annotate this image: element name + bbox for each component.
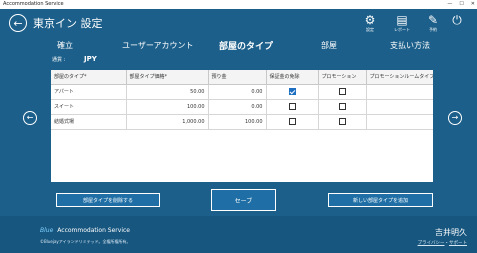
edit-icon: ✎ xyxy=(427,13,439,27)
window-controls: — ☐ ✕ xyxy=(447,0,475,9)
power-icon: ⏻ xyxy=(452,13,462,27)
reservation-label: 予約 xyxy=(429,27,437,32)
previous-arrow-icon[interactable]: ← xyxy=(23,111,37,125)
currency-label: 通貨 : xyxy=(52,57,66,63)
price-cell[interactable]: 50.00 xyxy=(126,84,209,100)
settings-label: 設定 xyxy=(366,27,374,32)
table-row[interactable]: 結婚式場 1,000.00 100.00 xyxy=(51,114,433,130)
report-button[interactable]: ▤ レポート xyxy=(392,13,412,33)
room-type-cell[interactable]: アパート xyxy=(51,84,127,100)
promotion-checkbox[interactable] xyxy=(338,103,346,110)
col-header-price[interactable]: 部屋タイプ価格* xyxy=(126,70,209,85)
minimize-icon[interactable]: — xyxy=(447,0,452,9)
report-icon: ▤ xyxy=(396,13,408,27)
report-label: レポート xyxy=(394,27,410,32)
privacy-link[interactable]: プライバシー xyxy=(418,241,445,246)
room-type-grid: 部屋のタイプ* 部屋タイプ価格* 預り金 保証金の免除 プロモーション プロモー… xyxy=(51,70,433,182)
back-arrow-icon[interactable]: ← xyxy=(9,14,27,32)
reservation-button[interactable]: ✎ 予約 xyxy=(423,13,443,33)
support-link[interactable]: サポート xyxy=(449,241,467,246)
promo-room-type-cell[interactable] xyxy=(366,99,433,115)
promo-room-type-cell[interactable] xyxy=(366,114,433,130)
close-icon[interactable]: ✕ xyxy=(471,0,475,9)
col-header-room-type[interactable]: 部屋のタイプ* xyxy=(51,70,127,85)
product-name: Accommodation Service xyxy=(57,227,130,234)
price-cell[interactable]: 100.00 xyxy=(126,99,209,115)
promo-room-type-cell[interactable] xyxy=(366,84,433,100)
logo-icon: Blue xyxy=(40,227,54,234)
table-row[interactable]: スイート 100.00 0.00 xyxy=(51,99,433,115)
delete-room-type-button[interactable]: 部屋タイプを削除する xyxy=(56,193,160,207)
deposit-cell[interactable]: 0.00 xyxy=(208,99,267,115)
room-type-cell[interactable]: スイート xyxy=(51,99,127,115)
gear-icon: ⚙ xyxy=(364,13,376,27)
col-header-deposit[interactable]: 預り金 xyxy=(208,70,267,85)
deposit-waiver-checkbox[interactable] xyxy=(288,88,296,95)
col-header-deposit-waiver[interactable]: 保証金の免除 xyxy=(266,70,319,85)
table-row[interactable]: アパート 50.00 0.00 xyxy=(51,84,433,100)
col-header-promo-room-type[interactable]: プロモーションルームタイプI xyxy=(366,70,433,85)
price-cell[interactable]: 1,000.00 xyxy=(126,114,209,130)
window-title: Accommodation Service xyxy=(3,1,64,7)
deposit-cell[interactable]: 100.00 xyxy=(208,114,267,130)
next-arrow-icon[interactable]: → xyxy=(448,111,462,125)
promotion-checkbox[interactable] xyxy=(338,118,346,125)
deposit-cell[interactable]: 0.00 xyxy=(208,84,267,100)
tab-room-types[interactable]: 部屋のタイプ xyxy=(219,39,273,52)
currency-value[interactable]: JPY xyxy=(84,55,97,63)
tab-bar: 確立 ユーザーアカウント 部屋のタイプ 部屋 支払い方法 xyxy=(0,38,477,54)
deposit-waiver-checkbox[interactable] xyxy=(288,118,296,125)
footer: Blue Accommodation Service ©Bluejayアイランド… xyxy=(0,216,477,253)
power-button[interactable]: ⏻ xyxy=(447,13,467,27)
maximize-icon[interactable]: ☐ xyxy=(459,0,463,9)
user-name: 吉井明久 xyxy=(435,228,467,237)
tab-user-accounts[interactable]: ユーザーアカウント xyxy=(122,40,194,51)
add-room-type-button[interactable]: 新しい部屋タイプを追加 xyxy=(328,193,433,207)
copyright-text: ©Bluejayアイランドリミテッド。全権所権所有。 xyxy=(40,239,131,244)
app-header: ← 東京イン 設定 ⚙ 設定 ▤ レポート ✎ 予約 ⏻ xyxy=(0,9,477,35)
window-titlebar: Accommodation Service — ☐ ✕ xyxy=(0,0,477,9)
currency-row: 通貨 : JPY xyxy=(52,55,97,63)
tab-rooms[interactable]: 部屋 xyxy=(321,40,337,51)
grid-header-row: 部屋のタイプ* 部屋タイプ価格* 預り金 保証金の免除 プロモーション プロモー… xyxy=(51,70,433,85)
page-title: 東京イン 設定 xyxy=(33,17,103,30)
deposit-waiver-checkbox[interactable] xyxy=(288,103,296,110)
room-type-cell[interactable]: 結婚式場 xyxy=(51,114,127,130)
footer-links: プライバシー・サポート xyxy=(418,240,467,246)
col-header-promotion[interactable]: プロモーション xyxy=(318,70,367,85)
product-logo: Blue Accommodation Service xyxy=(40,227,130,234)
settings-button[interactable]: ⚙ 設定 xyxy=(360,13,380,33)
tab-establishment[interactable]: 確立 xyxy=(57,40,73,51)
promotion-checkbox[interactable] xyxy=(338,88,346,95)
tab-payment-methods[interactable]: 支払い方法 xyxy=(390,40,430,51)
save-button[interactable]: セーブ xyxy=(211,189,276,211)
